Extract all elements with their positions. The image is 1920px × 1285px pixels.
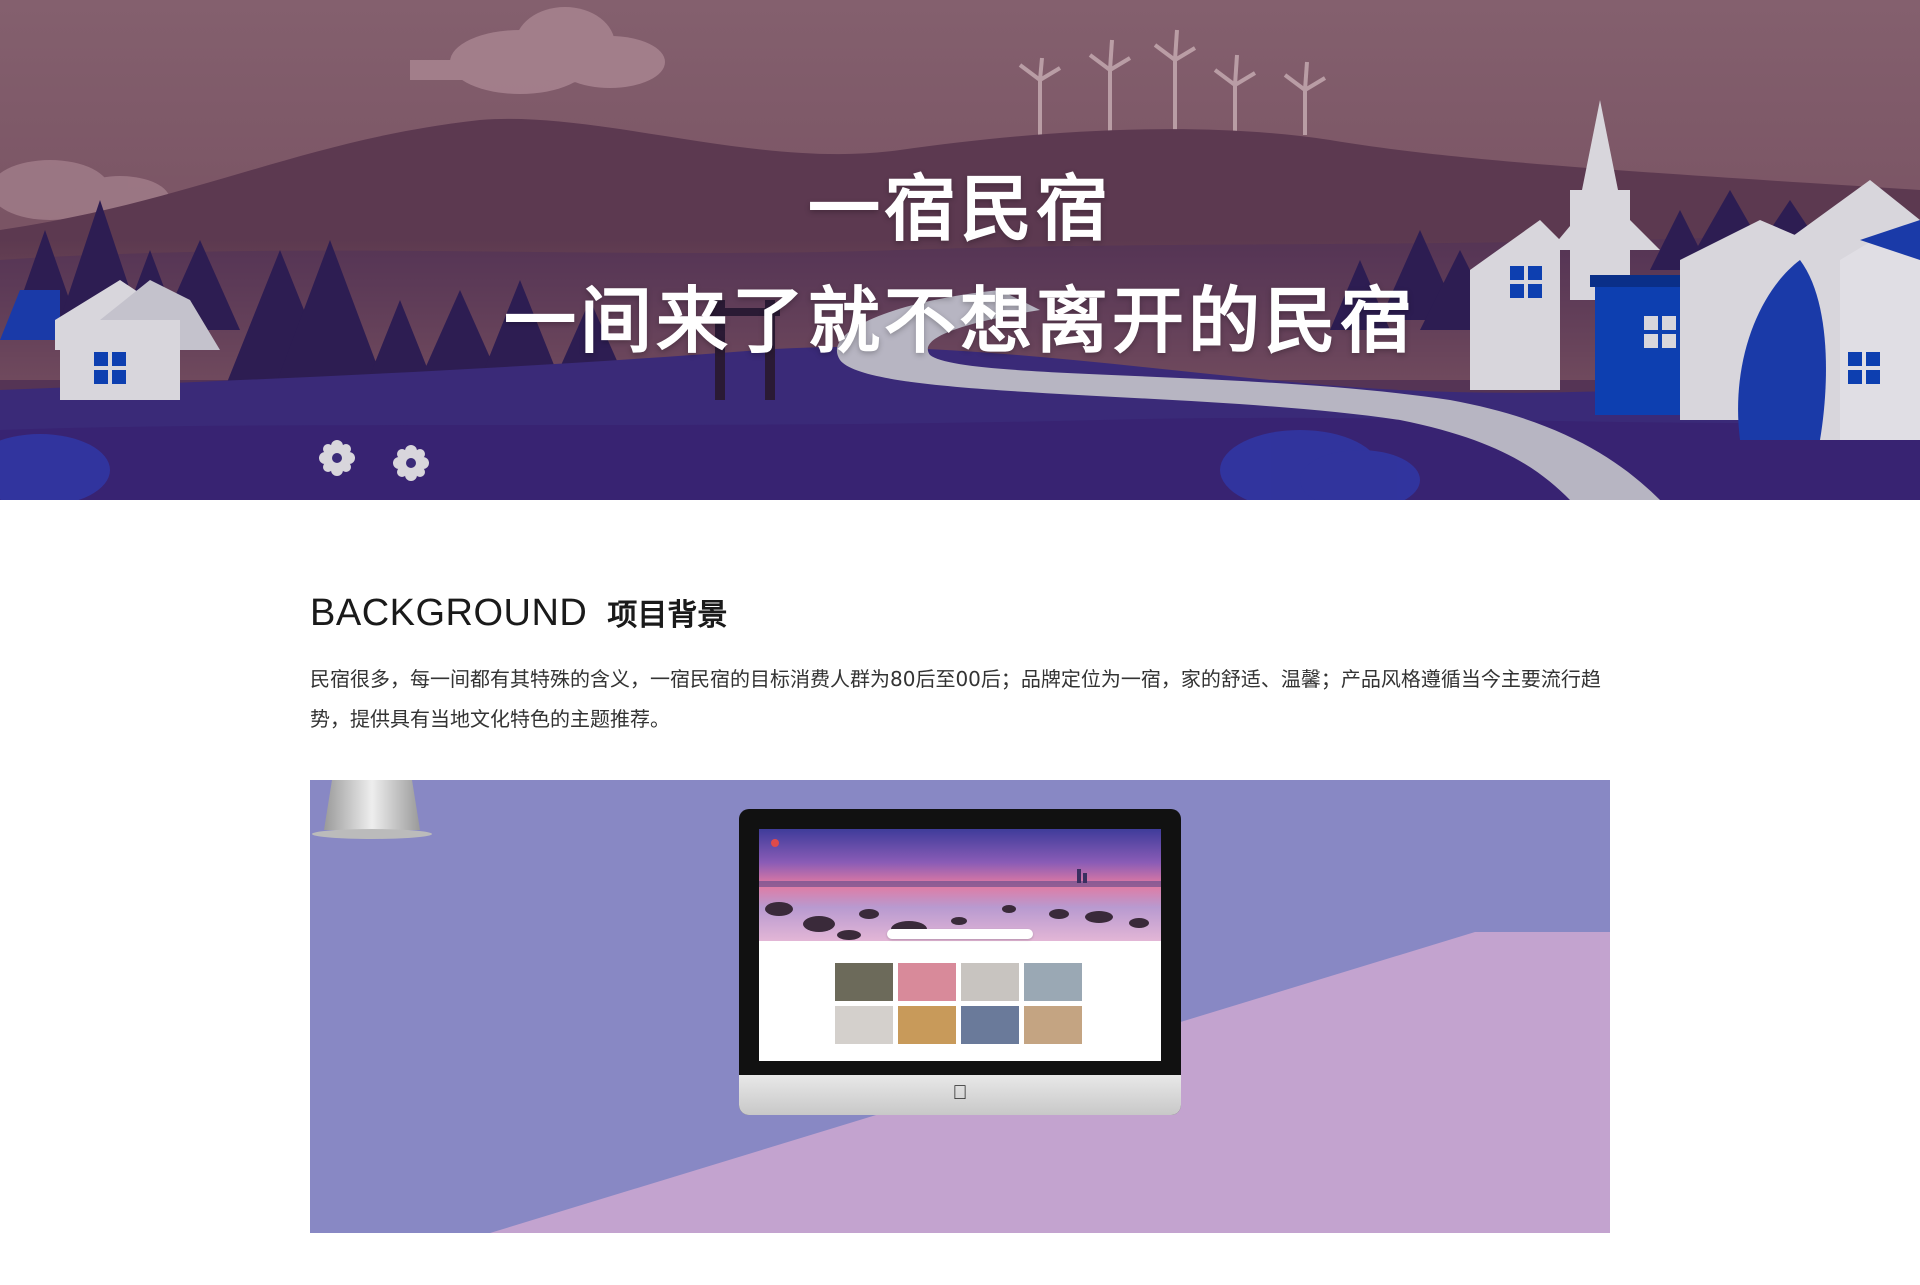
hero-title: 一宿民宿 [807,167,1112,251]
thumbnail [835,963,893,1001]
monitor-screen [759,829,1161,1061]
apple-icon:  [952,1083,968,1103]
screen-hero-image [759,829,1161,941]
monitor-stand [312,780,432,839]
thumbnail [961,963,1019,1001]
showcase-image:  [310,780,1610,1233]
hero-subtitle: 一间来了就不想离开的民宿 [503,279,1416,363]
thumbnail [961,1006,1019,1044]
heading-en: BACKGROUND [310,592,588,634]
screen-logo-icon [771,839,779,847]
thumbnail [898,1006,956,1044]
thumbnail [835,1006,893,1044]
thumbnail [898,963,956,1001]
heading-zh: 项目背景 [607,598,728,633]
background-section: BACKGROUND 项目背景 民宿很多，每一间都有其特殊的含义，一宿民宿的目标… [310,590,1610,739]
thumbnail [1024,1006,1082,1044]
section-heading: BACKGROUND 项目背景 [310,590,1610,635]
screen-search-bar [887,929,1033,939]
background-paragraph: 民宿很多，每一间都有其特殊的含义，一宿民宿的目标消费人群为80后至00后；品牌定… [310,667,1601,731]
hero-banner: 一宿民宿 一间来了就不想离开的民宿 [0,0,1920,500]
thumbnail [1024,963,1082,1001]
